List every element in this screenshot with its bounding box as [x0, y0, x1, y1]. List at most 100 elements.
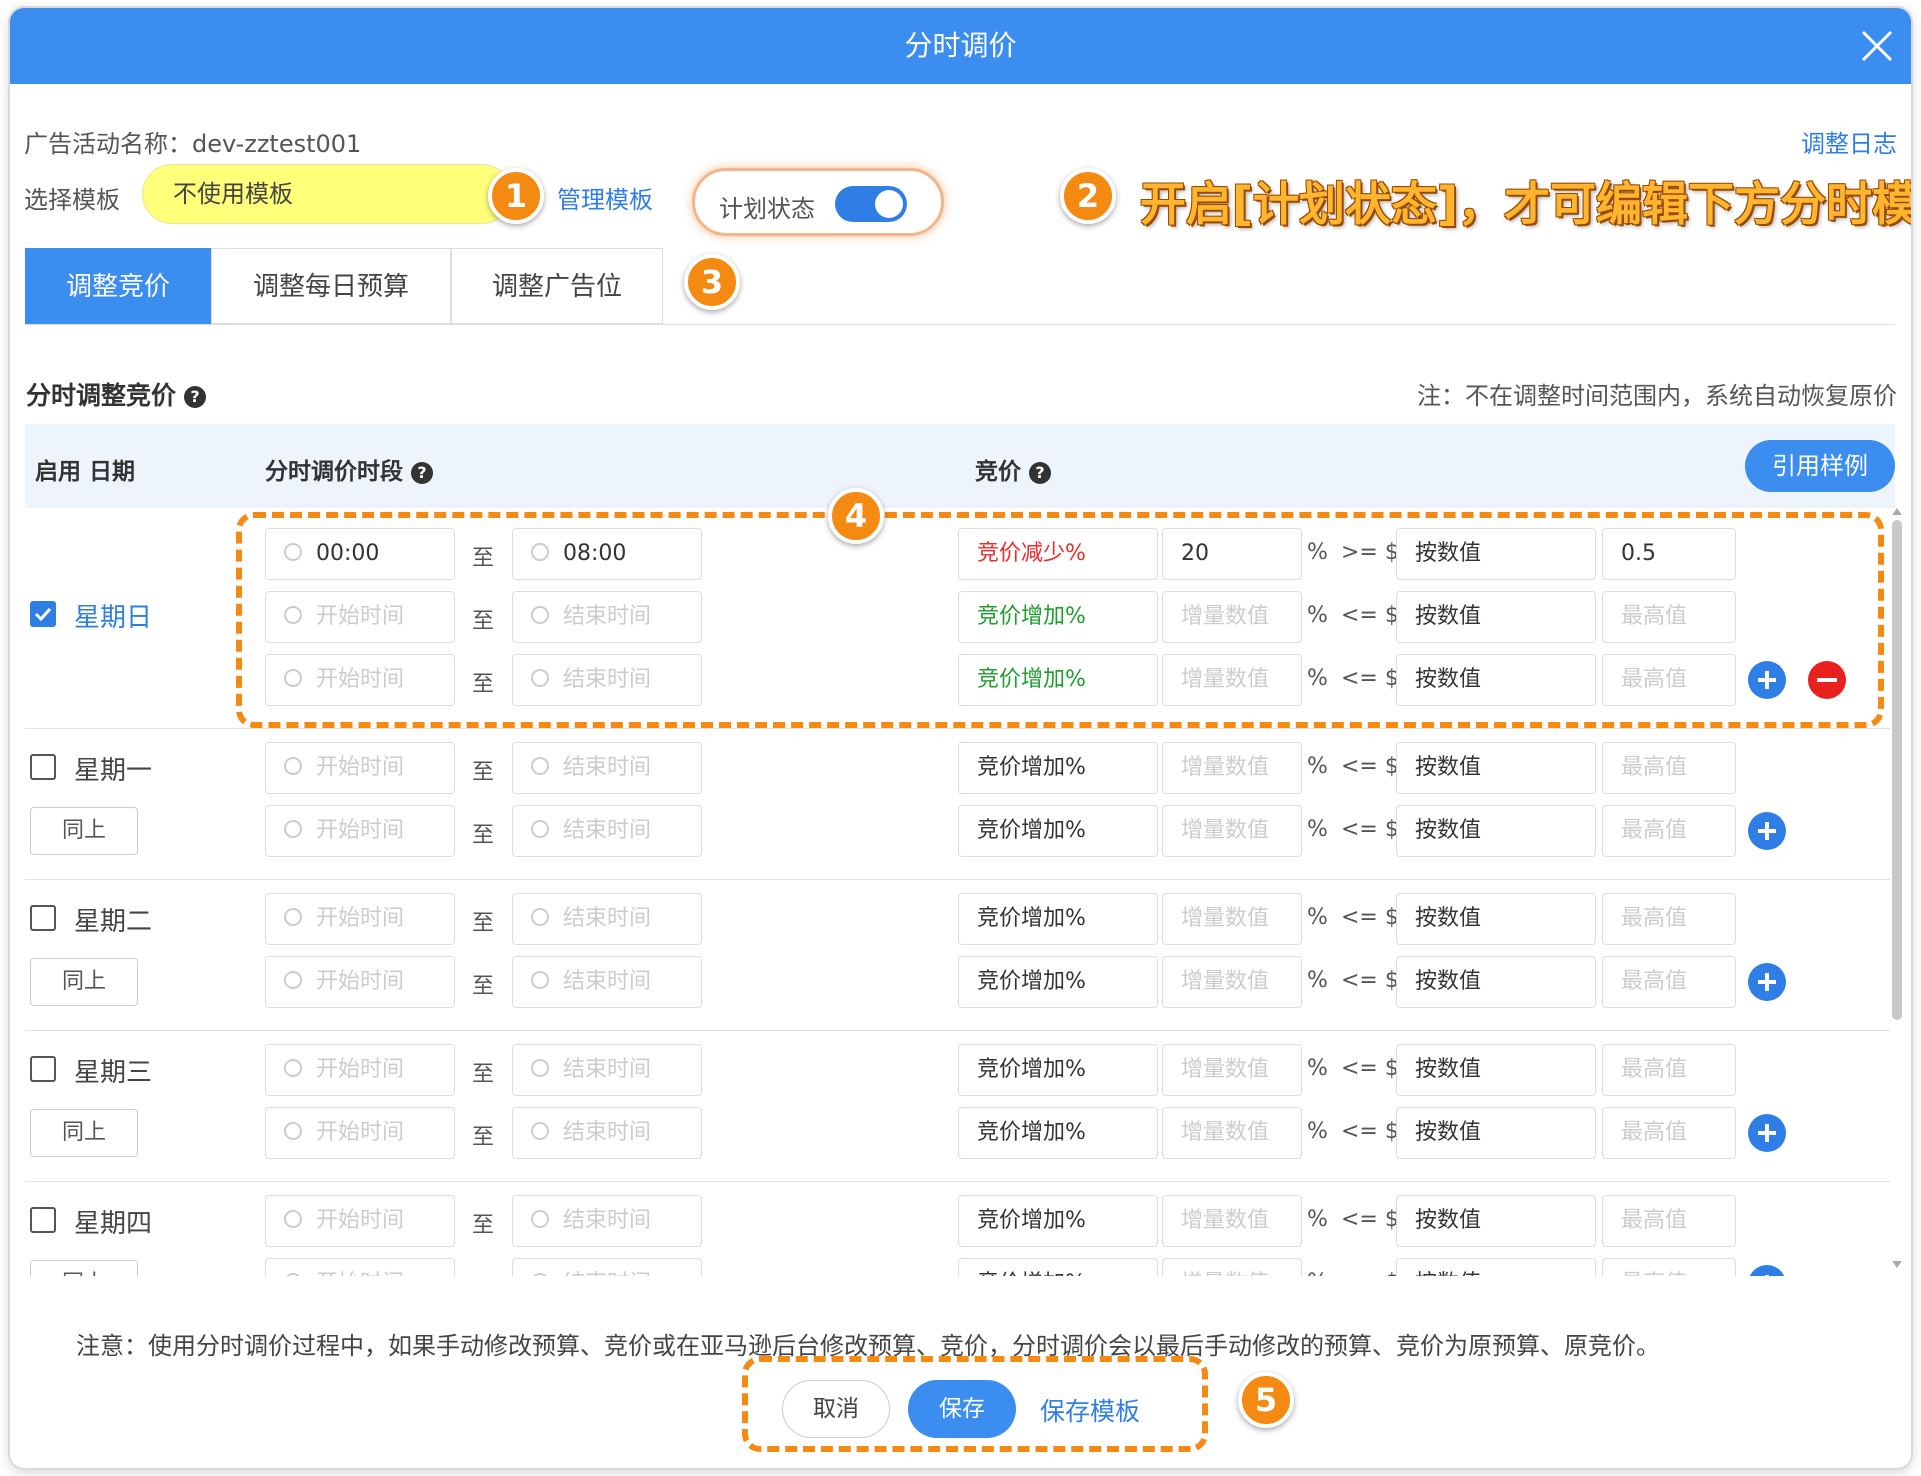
adjust-log-link[interactable]: 调整日志 — [1801, 124, 1897, 159]
limit-value-input[interactable]: 最高值 — [1602, 805, 1736, 857]
limit-mode-select[interactable]: 按数值 — [1396, 1107, 1596, 1159]
end-time-input[interactable]: 结束时间 — [512, 1107, 702, 1159]
table-header: 启用 日期 分时调价时段? 竞价? 引用样例 — [25, 424, 1895, 508]
start-time-input[interactable]: 开始时间 — [265, 1044, 455, 1096]
day-label: 星期四 — [74, 1209, 153, 1239]
same-as-above-button[interactable]: 同上 — [30, 807, 138, 855]
start-time-input[interactable]: 开始时间 — [265, 956, 455, 1008]
col-period: 分时调价时段? — [265, 452, 433, 486]
template-select[interactable]: 不使用模板 — [142, 164, 512, 224]
end-time-input[interactable]: 结束时间 — [512, 805, 702, 857]
scroll-thumb[interactable] — [1892, 520, 1902, 1020]
day-checkbox[interactable] — [30, 601, 56, 627]
end-time-input[interactable]: 结束时间 — [512, 742, 702, 794]
scroll-up-icon[interactable] — [1892, 508, 1902, 515]
use-example-button[interactable]: 引用样例 — [1745, 440, 1895, 492]
percent-label: % — [1307, 1119, 1328, 1144]
bid-type-select[interactable]: 竞价增加% — [958, 893, 1158, 945]
start-time-input[interactable]: 开始时间 — [265, 1107, 455, 1159]
limit-mode-select[interactable]: 按数值 — [1396, 742, 1596, 794]
bid-amount-input[interactable]: 增量数值 — [1162, 956, 1302, 1008]
same-as-above-button[interactable]: 同上 — [30, 958, 138, 1006]
limit-value-input[interactable]: 最高值 — [1602, 742, 1736, 794]
same-as-above-button[interactable]: 同上 — [30, 1260, 138, 1276]
limit-value-input[interactable]: 最高值 — [1602, 956, 1736, 1008]
day-checkbox[interactable] — [30, 754, 56, 780]
limit-value-input[interactable]: 最高值 — [1602, 1107, 1736, 1159]
percent-label: % — [1307, 1270, 1328, 1276]
bid-amount-input[interactable]: 增量数值 — [1162, 742, 1302, 794]
start-time-input[interactable]: 开始时间 — [265, 1195, 455, 1247]
end-time-value: 结束时间 — [563, 1120, 652, 1145]
bid-amount-input[interactable]: 增量数值 — [1162, 805, 1302, 857]
day-label: 星期一 — [74, 756, 153, 786]
checkmark-icon — [34, 607, 52, 622]
bid-type-select[interactable]: 竞价增加% — [958, 1044, 1158, 1096]
bid-type-select[interactable]: 竞价增加% — [958, 1195, 1158, 1247]
clock-icon — [531, 1210, 549, 1228]
question-circle-icon[interactable]: ? — [411, 461, 433, 484]
tab-adjust-placement[interactable]: 调整广告位 — [451, 248, 663, 324]
bid-type-select[interactable]: 竞价增加% — [958, 805, 1158, 857]
bid-type-select[interactable]: 竞价增加% — [958, 1107, 1158, 1159]
limit-mode-select[interactable]: 按数值 — [1396, 956, 1596, 1008]
bid-amount-input[interactable]: 增量数值 — [1162, 1044, 1302, 1096]
highlight-box-4 — [236, 512, 1884, 728]
bid-amount-input[interactable]: 增量数值 — [1162, 1107, 1302, 1159]
bid-amount-input[interactable]: 增量数值 — [1162, 1195, 1302, 1247]
end-time-input[interactable]: 结束时间 — [512, 893, 702, 945]
end-time-input[interactable]: 结束时间 — [512, 1195, 702, 1247]
limit-value-input[interactable]: 最高值 — [1602, 893, 1736, 945]
same-as-above-button[interactable]: 同上 — [30, 1109, 138, 1157]
bid-type-select[interactable]: 竞价增加% — [958, 956, 1158, 1008]
limit-mode-select[interactable]: 按数值 — [1396, 1195, 1596, 1247]
limit-mode-select[interactable]: 按数值 — [1396, 1258, 1596, 1276]
clock-icon — [531, 757, 549, 775]
day-checkbox[interactable] — [30, 1207, 56, 1233]
table-scrollbar[interactable] — [1890, 508, 1904, 1268]
plus-circle-icon[interactable] — [1748, 1265, 1786, 1276]
start-time-input[interactable]: 开始时间 — [265, 1258, 455, 1276]
plus-circle-icon[interactable] — [1748, 1114, 1786, 1152]
cancel-button[interactable]: 取消 — [782, 1380, 890, 1438]
save-button[interactable]: 保存 — [908, 1380, 1016, 1438]
tab-adjust-daily-budget[interactable]: 调整每日预算 — [211, 248, 451, 324]
to-separator: 至 — [472, 911, 495, 936]
start-time-input[interactable]: 开始时间 — [265, 742, 455, 794]
limit-value-input[interactable]: 最高值 — [1602, 1195, 1736, 1247]
start-time-value: 开始时间 — [316, 1271, 404, 1276]
day-checkbox[interactable] — [30, 1056, 56, 1082]
clock-icon — [284, 757, 302, 775]
template-label: 选择模板 — [24, 186, 120, 214]
limit-mode-select[interactable]: 按数值 — [1396, 805, 1596, 857]
end-time-input[interactable]: 结束时间 — [512, 1044, 702, 1096]
end-time-input[interactable]: 结束时间 — [512, 956, 702, 1008]
start-time-input[interactable]: 开始时间 — [265, 805, 455, 857]
end-time-input[interactable]: 结束时间 — [512, 1258, 702, 1276]
manage-template-link[interactable]: 管理模板 — [557, 180, 653, 215]
bid-amount-input[interactable]: 增量数值 — [1162, 1258, 1302, 1276]
question-circle-icon[interactable]: ? — [1029, 461, 1051, 484]
start-time-input[interactable]: 开始时间 — [265, 893, 455, 945]
start-time-value: 开始时间 — [316, 1057, 405, 1082]
bid-type-select[interactable]: 竞价增加% — [958, 742, 1158, 794]
tab-divider — [25, 324, 1895, 325]
bid-type-select[interactable]: 竞价增加% — [958, 1258, 1158, 1276]
plus-circle-icon[interactable] — [1748, 963, 1786, 1001]
tab-adjust-bid[interactable]: 调整竞价 — [25, 248, 211, 324]
bid-amount-input[interactable]: 增量数值 — [1162, 893, 1302, 945]
plus-circle-icon[interactable] — [1748, 812, 1786, 850]
save-template-button[interactable]: 保存模板 — [1040, 1392, 1140, 1428]
question-circle-icon[interactable]: ? — [184, 386, 207, 408]
to-separator: 至 — [472, 1213, 495, 1238]
plan-status-toggle[interactable] — [835, 186, 907, 222]
limit-mode-select[interactable]: 按数值 — [1396, 893, 1596, 945]
day-checkbox[interactable] — [30, 905, 56, 931]
close-icon[interactable] — [1857, 26, 1897, 66]
limit-mode-select[interactable]: 按数值 — [1396, 1044, 1596, 1096]
limit-value-input[interactable]: 最高值 — [1602, 1258, 1736, 1276]
scroll-down-icon[interactable] — [1892, 1261, 1902, 1268]
limit-value-input[interactable]: 最高值 — [1602, 1044, 1736, 1096]
compare-label: <= $ — [1341, 1056, 1399, 1081]
step-badge-1: 1 — [488, 168, 544, 224]
